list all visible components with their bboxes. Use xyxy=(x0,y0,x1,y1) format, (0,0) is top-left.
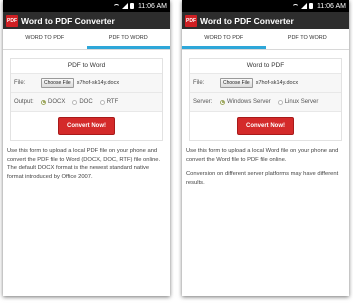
pdf-app-icon: PDF xyxy=(6,14,18,27)
output-row: Output: DOCX DOC RTF xyxy=(11,93,162,112)
radio-selected-icon xyxy=(220,99,225,105)
app-title: Word to PDF Converter xyxy=(200,15,294,26)
radio-icon xyxy=(99,99,105,105)
choose-file-button[interactable]: Choose File xyxy=(41,78,74,88)
radio-selected-icon xyxy=(41,99,46,105)
description-text: Use this form to upload a local PDF file… xyxy=(7,148,161,180)
app-bar: PDF Word to PDF Converter xyxy=(182,12,349,29)
status-bar: 11:06 AM xyxy=(3,0,170,12)
tab-word-to-pdf[interactable]: WORD TO PDF xyxy=(182,29,266,49)
tab-bar: WORD TO PDF PDF TO WORD xyxy=(3,29,170,50)
phone-screen-pdf-to-word: 11:06 AM PDF Word to PDF Converter WORD … xyxy=(3,0,170,296)
tab-pdf-to-word[interactable]: PDF TO WORD xyxy=(266,29,350,49)
tab-bar: WORD TO PDF PDF TO WORD xyxy=(182,29,349,50)
radio-linux-server[interactable]: Linux Server xyxy=(277,99,318,105)
signal-icon xyxy=(121,3,128,9)
convert-now-button[interactable]: Convert Now! xyxy=(58,117,115,135)
file-label: File: xyxy=(193,80,205,86)
tab-word-to-pdf[interactable]: WORD TO PDF xyxy=(3,29,87,49)
file-label: File: xyxy=(14,80,26,86)
radio-icon xyxy=(277,99,283,105)
status-time: 11:06 AM xyxy=(137,2,167,10)
description: Use this form to upload a local Word fil… xyxy=(186,147,345,187)
file-row: File: Choose File s7hof-sk14y.docx xyxy=(190,74,341,93)
description-note: Conversion on different server platforms… xyxy=(186,171,339,186)
converter-form: PDF to Word File: Choose File s7hof-sk14… xyxy=(10,58,163,141)
radio-docx[interactable]: DOCX xyxy=(41,99,65,105)
radio-windows-server[interactable]: Windows Server xyxy=(220,99,271,105)
converter-form: Word to PDF File: Choose File s7hof-sk14… xyxy=(189,58,342,141)
output-label: Output: xyxy=(14,99,34,105)
wifi-icon xyxy=(291,3,299,9)
signal-icon xyxy=(300,3,307,9)
description-text: Use this form to upload a local Word fil… xyxy=(186,148,339,163)
app-bar: PDF Word to PDF Converter xyxy=(3,12,170,29)
radio-doc[interactable]: DOC xyxy=(72,99,93,105)
server-label: Server: xyxy=(193,99,213,105)
status-time: 11:06 AM xyxy=(316,2,346,10)
file-name: s7hof-sk14y.docx xyxy=(255,80,299,86)
tab-pdf-to-word[interactable]: PDF TO WORD xyxy=(86,29,170,49)
wifi-icon xyxy=(112,3,120,9)
status-bar: 11:06 AM xyxy=(182,0,349,12)
file-name: s7hof-sk14y.docx xyxy=(76,80,120,86)
battery-icon xyxy=(308,3,313,9)
app-title: Word to PDF Converter xyxy=(21,15,115,26)
server-row: Server: Windows Server Linux Server xyxy=(190,93,341,112)
battery-icon xyxy=(129,3,134,9)
choose-file-button[interactable]: Choose File xyxy=(220,78,253,88)
file-row: File: Choose File s7hof-sk14y.docx xyxy=(11,74,162,93)
radio-rtf[interactable]: RTF xyxy=(99,99,118,105)
radio-icon xyxy=(72,99,78,105)
pdf-app-icon: PDF xyxy=(185,14,197,27)
convert-now-button[interactable]: Convert Now! xyxy=(237,117,294,135)
form-title: PDF to Word xyxy=(11,59,162,74)
phone-screen-word-to-pdf: 11:06 AM PDF Word to PDF Converter WORD … xyxy=(182,0,349,296)
form-title: Word to PDF xyxy=(190,59,341,74)
description: Use this form to upload a local PDF file… xyxy=(7,147,166,181)
